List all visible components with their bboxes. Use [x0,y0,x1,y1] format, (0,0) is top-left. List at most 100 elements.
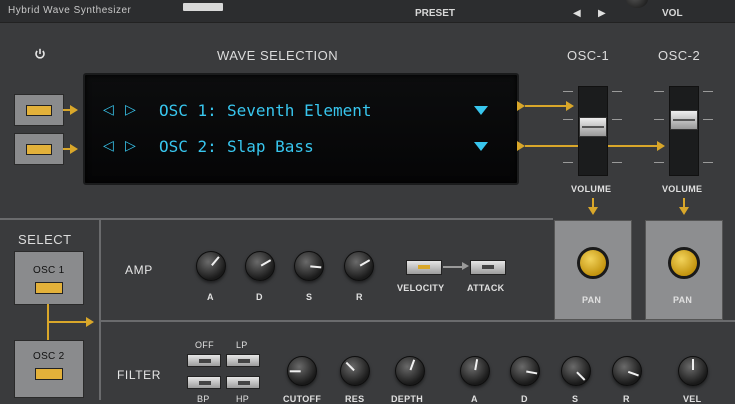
amp-decay-knob[interactable] [245,251,275,281]
osc1-wave-name: Seventh Element [227,101,372,120]
power-icon[interactable] [34,48,46,60]
osc2-tick [703,162,713,163]
osc2-fader-in-arrow [657,141,665,151]
filter-s-label: S [572,394,579,404]
osc2-tick [703,119,713,120]
wave-selection-title: WAVE SELECTION [217,48,339,63]
master-volume-label: VOL [662,8,683,19]
filter-res-label: RES [345,394,365,404]
osc1-pan-label: PAN [582,295,602,305]
filter-release-knob[interactable] [612,356,642,386]
osc1-tick [563,119,573,120]
amp-velocity-label: VELOCITY [397,283,445,293]
select-osc1-label: OSC 1 [33,265,65,276]
select-osc2-led [35,368,63,380]
osc2-volume-label: VOLUME [662,184,703,194]
amp-d-label: D [256,292,263,302]
osc2-title: OSC-2 [658,48,701,63]
osc1-label: OSC 1: [159,101,217,120]
filter-lp-button[interactable] [226,354,260,367]
filter-d-label: D [521,394,528,404]
filter-cutoff-knob[interactable] [287,356,317,386]
amp-attack-switch[interactable] [470,260,506,275]
osc2-wave-dropdown[interactable] [474,142,488,151]
filter-off-button[interactable] [187,354,221,367]
filter-bp-button[interactable] [187,376,221,389]
osc1-volume-fader-cap[interactable] [579,117,607,137]
filter-depth-label: DEPTH [391,394,424,404]
osc1-fader-in-arrow [566,101,574,111]
filter-sustain-knob[interactable] [561,356,591,386]
display-osc2-out-head [517,141,525,151]
osc2-volume-fader-track[interactable] [669,86,699,176]
filter-res-knob[interactable] [340,356,370,386]
osc2-wave-name: Slap Bass [227,137,314,156]
select-title: SELECT [18,232,72,247]
osc1-tick [563,91,573,92]
osc2-tick [654,91,664,92]
osc2-tick [703,91,713,92]
section-divider [0,218,553,220]
select-osc1-led [35,282,63,294]
filter-a-label: A [471,394,478,404]
select-link-line [47,321,87,323]
amp-attack-knob[interactable] [196,251,226,281]
amp-title: AMP [125,263,153,277]
select-osc2-button[interactable]: OSC 2 [14,340,84,398]
wave-display: ◁ ▷ OSC 1: Seventh Element ◁ ▷ OSC 2: Sl… [83,73,519,185]
osc2-wave-prev-button[interactable]: ◁ [103,137,114,154]
osc2-pan-arrow-head [679,207,689,215]
osc2-pan-label: PAN [673,295,693,305]
osc1-enable-button[interactable] [14,94,64,126]
amp-sustain-knob[interactable] [294,251,324,281]
osc2-enable-button[interactable] [14,133,64,165]
osc2-wave-next-button[interactable]: ▷ [125,137,136,154]
select-divider [99,218,101,400]
osc1-wave-prev-button[interactable]: ◁ [103,101,114,118]
filter-title: FILTER [117,368,162,382]
amp-release-knob[interactable] [344,251,374,281]
osc1-enable-led [26,105,52,116]
filter-depth-knob[interactable] [395,356,425,386]
filter-bp-label: BP [197,394,210,404]
filter-decay-knob[interactable] [510,356,540,386]
osc2-tick [654,162,664,163]
osc2-volume-fader-cap[interactable] [670,110,698,130]
display-osc1-line [525,105,567,107]
osc2-pan-panel: PAN [645,220,723,320]
osc1-tick [612,91,622,92]
filter-vel-label: VEL [683,394,702,404]
osc1-wave-next-button[interactable]: ▷ [125,101,136,118]
osc1-wave-dropdown[interactable] [474,106,488,115]
osc2-pan-knob[interactable] [668,247,700,279]
filter-hp-button[interactable] [226,376,260,389]
amp-velocity-switch[interactable] [406,260,442,275]
osc1-pan-arrow-head [588,207,598,215]
osc1-pan-knob[interactable] [577,247,609,279]
preset-next-button[interactable]: ▶ [598,8,606,19]
amp-switch-arrow-head [462,262,469,270]
osc1-tick [612,119,622,120]
filter-off-label: OFF [195,340,214,350]
amp-a-label: A [207,292,214,302]
arrow-osc1-head [70,105,78,115]
osc2-label: OSC 2: [159,137,217,156]
product-name: Hybrid Wave Synthesizer [8,5,132,16]
osc2-tick [654,119,664,120]
filter-cutoff-label: CUTOFF [283,394,322,404]
preset-label: PRESET [415,8,456,19]
amp-r-label: R [356,292,363,302]
filter-attack-knob[interactable] [460,356,490,386]
osc1-tick [563,162,573,163]
select-osc1-button[interactable]: OSC 1 [14,251,84,305]
osc1-volume-label: VOLUME [571,184,612,194]
preset-prev-button[interactable]: ◀ [573,8,581,19]
top-toggle-button[interactable] [183,3,223,11]
filter-velocity-knob[interactable] [678,356,708,386]
amp-s-label: S [306,292,313,302]
display-osc1-out-head [517,101,525,111]
filter-lp-label: LP [236,340,248,350]
select-link-head [86,317,94,327]
osc2-enable-led [26,144,52,155]
select-osc2-label: OSC 2 [33,351,65,362]
